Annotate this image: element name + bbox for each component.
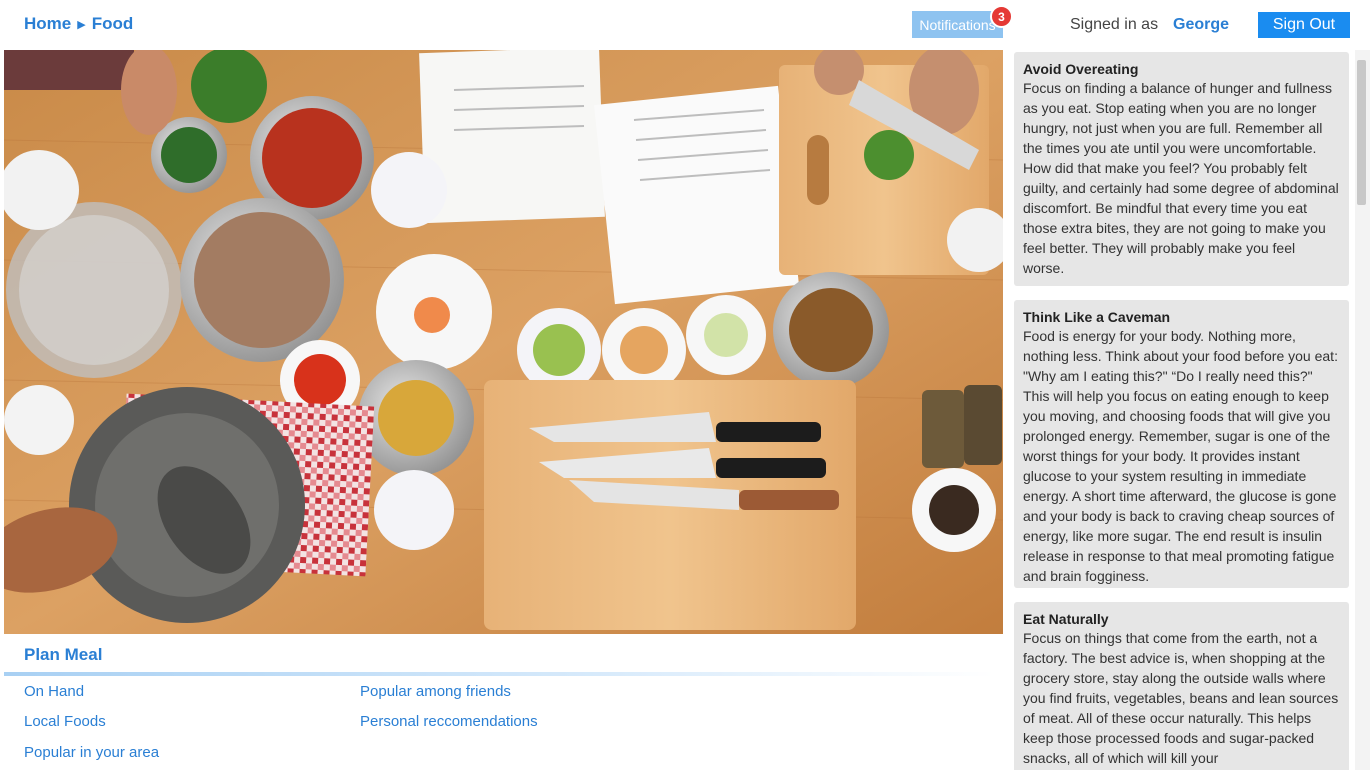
tip-body: Focus on finding a balance of hunger and… [1023,80,1339,276]
breadcrumb-home-link[interactable]: Home [24,14,71,34]
plan-link-local-foods[interactable]: Local Foods [24,713,106,730]
tip-card: Eat Naturally Focus on things that come … [1014,602,1349,770]
tip-card: Think Like a Caveman Food is energy for … [1014,300,1349,588]
username-link[interactable]: George [1173,16,1229,34]
plan-link-popular-area[interactable]: Popular in your area [24,744,159,761]
sidebar-scrollbar-thumb[interactable] [1357,60,1366,205]
cooking-table-illustration [4,50,1003,634]
hero-food-photo [4,50,1003,634]
plan-meal-divider [4,672,994,676]
breadcrumb: Home ▶ Food [24,14,133,34]
breadcrumb-separator-icon: ▶ [77,18,86,31]
plan-link-personal-recommendations[interactable]: Personal reccomendations [360,713,538,730]
plan-link-popular-friends[interactable]: Popular among friends [360,683,511,700]
tip-card: Avoid Overeating Focus on finding a bala… [1014,52,1349,286]
notifications-count-badge: 3 [990,5,1013,28]
tip-title: Think Like a Caveman [1023,309,1171,325]
tips-sidebar[interactable]: Avoid Overeating Focus on finding a bala… [1008,50,1355,770]
sign-out-button[interactable]: Sign Out [1258,12,1350,38]
tip-title: Eat Naturally [1023,611,1109,627]
tip-title: Avoid Overeating [1023,61,1139,77]
breadcrumb-food-link[interactable]: Food [92,14,134,34]
top-bar: Home ▶ Food Notifications 3 Signed in as… [0,0,1370,50]
tip-body: Food is energy for your body. Nothing mo… [1023,328,1338,584]
tip-body: Focus on things that come from the earth… [1023,630,1339,766]
plan-meal-title: Plan Meal [24,645,103,664]
plan-link-on-hand[interactable]: On Hand [24,683,84,700]
signed-in-label: Signed in as [1070,16,1159,33]
